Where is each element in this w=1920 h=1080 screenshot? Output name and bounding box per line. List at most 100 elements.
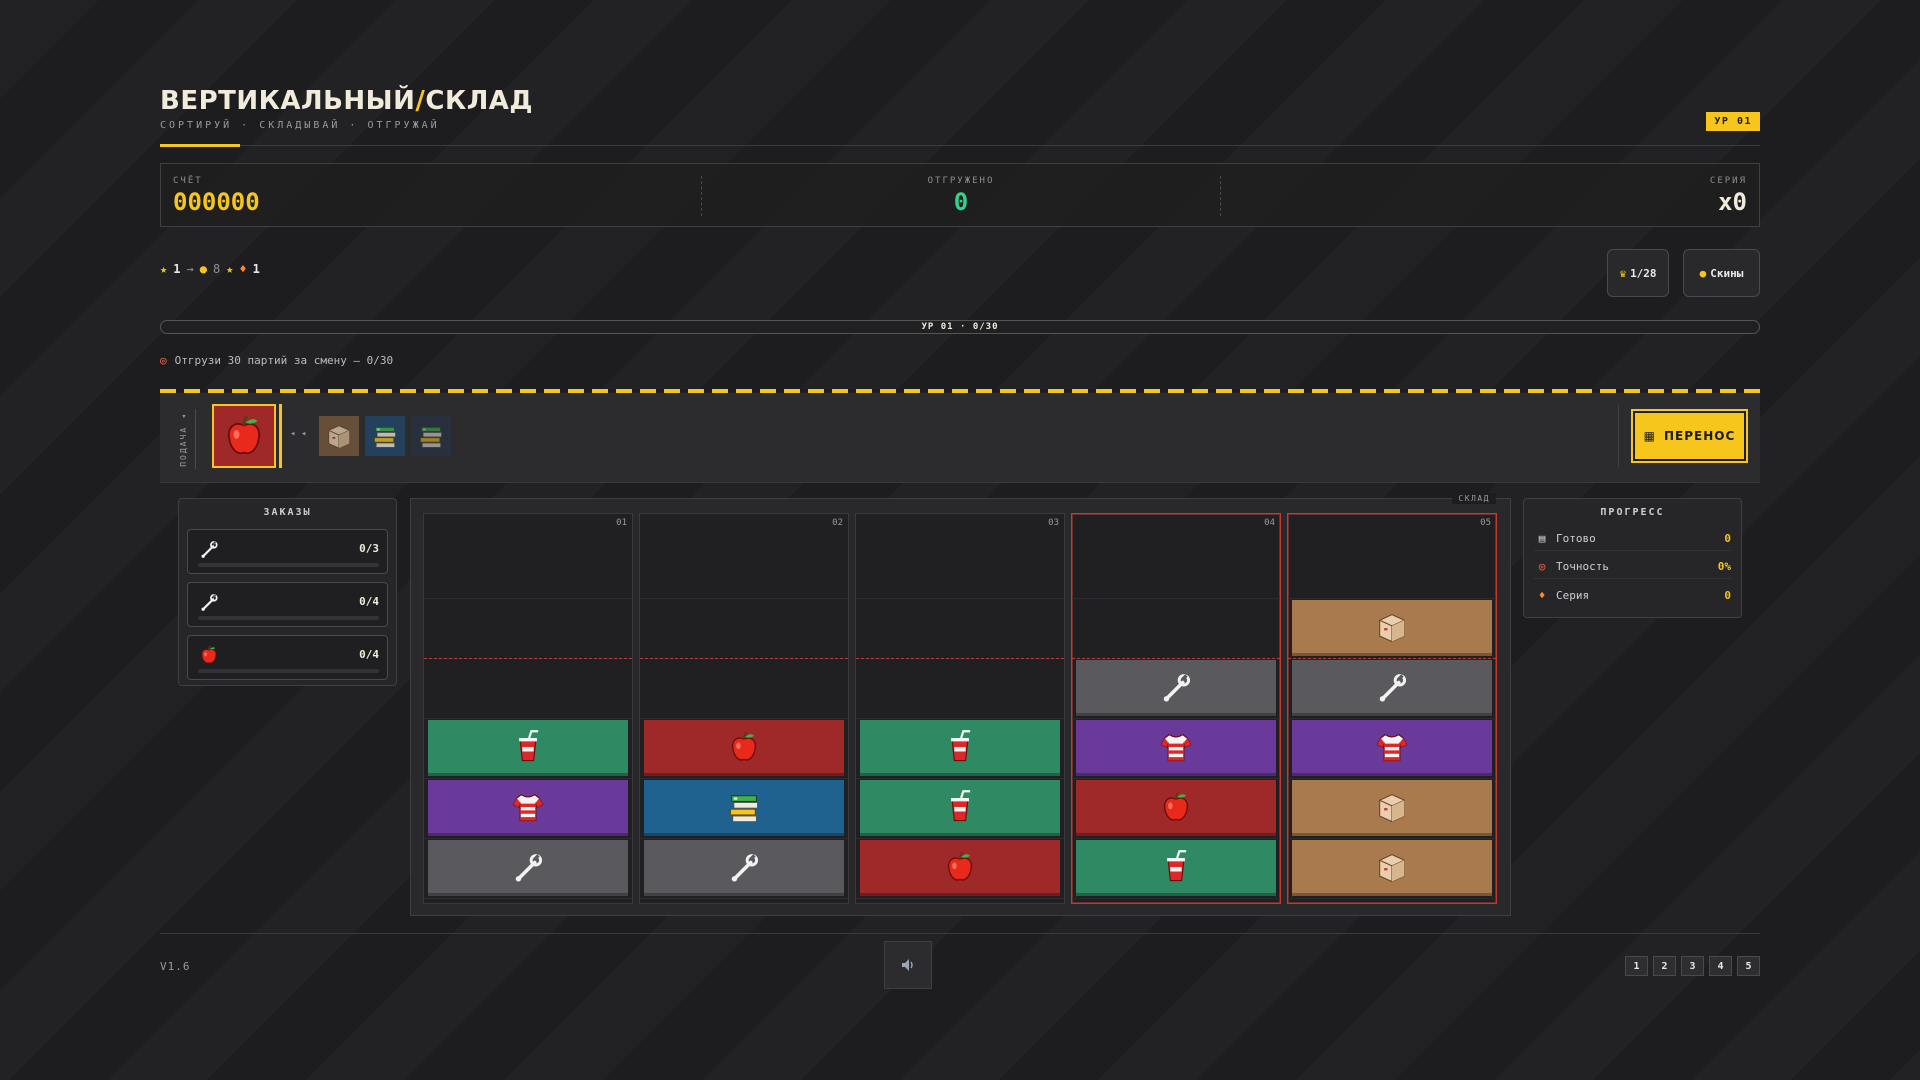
progress-label: Серия: [1556, 588, 1590, 602]
stack-item-box: [1292, 600, 1492, 656]
progress-row-done: ▤ Готово 0: [1534, 527, 1731, 551]
stack-item-apple: [644, 720, 844, 776]
divider: [701, 176, 702, 216]
wrench-icon: [1158, 669, 1194, 705]
limit-line: [856, 658, 1064, 659]
crate-icon: ▦: [1643, 429, 1657, 443]
books-icon: [371, 422, 399, 450]
next-item: [365, 416, 405, 456]
level-select: 12345: [1625, 956, 1760, 976]
apple-icon: [726, 729, 762, 765]
grid-line: [1072, 718, 1280, 719]
shirt-icon: [1374, 729, 1410, 765]
sound-button[interactable]: [884, 941, 932, 989]
grid-line: [1072, 778, 1280, 779]
box-icon: [324, 421, 354, 451]
order-item: 0/4: [187, 582, 388, 627]
grid-line: [1072, 598, 1280, 599]
order-progress: [198, 669, 379, 673]
grid-line: [640, 898, 848, 899]
warehouse-column-01[interactable]: 01: [423, 513, 633, 904]
order-progress: [198, 563, 379, 567]
next-item: [319, 416, 359, 456]
achievements-button[interactable]: ♛ 1/28: [1607, 249, 1669, 297]
stack-item-wrench: [1292, 660, 1492, 716]
cup-icon: [510, 729, 546, 765]
warehouse-column-05[interactable]: 05: [1287, 513, 1497, 904]
grid-line: [640, 598, 848, 599]
streak-label: СЕРИЯ: [1709, 176, 1747, 186]
column-number: 03: [1048, 518, 1059, 528]
progress-title: ПРОГРЕСС: [1600, 507, 1665, 518]
shipped-block: ОТГРУЖЕНО 0: [721, 164, 1201, 226]
level-button-3[interactable]: 3: [1681, 956, 1704, 976]
warehouse-column-02[interactable]: 02: [639, 513, 849, 904]
hazard-stripe: [160, 389, 1760, 393]
flame-icon: ♦: [1538, 588, 1546, 602]
warehouse-column-03[interactable]: 03: [855, 513, 1065, 904]
limit-line: [424, 658, 632, 659]
level-button-1[interactable]: 1: [1625, 956, 1648, 976]
wrench-icon: [510, 849, 546, 885]
stats-row: ★ 1 → ● 8 ★ ♦ 1: [160, 262, 260, 276]
grid-line: [1072, 898, 1280, 899]
stack-item-books: [644, 780, 844, 836]
streak-block: СЕРИЯ x0: [1710, 164, 1747, 226]
box-icon: [1374, 789, 1410, 825]
star-icon: ★: [226, 262, 234, 276]
stack-item-wrench: [428, 840, 628, 896]
progress-value: 0: [1724, 532, 1731, 545]
stack-item-box: [1292, 840, 1492, 896]
column-number: 02: [832, 518, 843, 528]
grid-line: [640, 718, 848, 719]
level-progress-bar: УР 01 · 0/30: [160, 320, 1760, 334]
grid-line: [856, 598, 1064, 599]
grid-line: [640, 838, 848, 839]
cup-icon: [942, 729, 978, 765]
skins-button[interactable]: ● Скины: [1683, 249, 1760, 297]
shirt-icon: [1158, 729, 1194, 765]
grid-line: [1288, 898, 1496, 899]
grid-line: [856, 718, 1064, 719]
cup-icon: [1158, 849, 1194, 885]
current-item[interactable]: [212, 404, 276, 468]
next-item: [411, 416, 451, 456]
order-item: 0/4: [187, 635, 388, 680]
stack-item-wrench: [644, 840, 844, 896]
target-icon: ◎: [160, 354, 167, 367]
level-button-4[interactable]: 4: [1709, 956, 1732, 976]
warehouse-tag: СКЛАД: [1452, 493, 1496, 504]
feed-arrows: ◂ ◂: [290, 429, 307, 439]
page-subtitle: СОРТИРУЙ · СКЛАДЫВАЙ · ОТГРУЖАЙ: [160, 120, 440, 131]
game-root: ВЕРТИКАЛЬНЫЙ/СКЛАД СОРТИРУЙ · СКЛАДЫВАЙ …: [160, 0, 1760, 1080]
divider: [1220, 176, 1221, 216]
grid-line: [1288, 778, 1496, 779]
coins-count: 8: [212, 262, 221, 276]
goal-text: Отгрузи 30 партий за смену — 0/30: [174, 354, 394, 367]
warehouse-column-04[interactable]: 04: [1071, 513, 1281, 904]
shipped-value: 0: [953, 188, 969, 216]
score-value: 000000: [173, 188, 260, 216]
trophy-icon: ♛: [1619, 266, 1627, 280]
stack-item-shirt: [1076, 720, 1276, 776]
grid-line: [856, 778, 1064, 779]
wrench-icon: [198, 591, 220, 613]
grid-line: [640, 778, 848, 779]
streak-value: x0: [1718, 188, 1747, 216]
score-bar: СЧЁТ 000000 ОТГРУЖЕНО 0 СЕРИЯ x0: [160, 163, 1760, 227]
grid-line: [1288, 718, 1496, 719]
column-number: 01: [616, 518, 627, 528]
page-title: ВЕРТИКАЛЬНЫЙ/СКЛАД: [160, 86, 534, 116]
version-label: V1.6: [160, 960, 191, 973]
stack-item-apple: [860, 840, 1060, 896]
stack-item-wrench: [1076, 660, 1276, 716]
level-button-5[interactable]: 5: [1737, 956, 1760, 976]
orders-title: ЗАКАЗЫ: [263, 507, 312, 518]
title-underline: [160, 144, 240, 147]
score-label: СЧЁТ: [173, 176, 203, 186]
order-progress: [198, 616, 379, 620]
transfer-button[interactable]: ▦ ПЕРЕНОС: [1633, 411, 1746, 461]
grid-line: [856, 898, 1064, 899]
goal-line: ◎ Отгрузи 30 партий за смену — 0/30: [160, 354, 393, 367]
level-button-2[interactable]: 2: [1653, 956, 1676, 976]
